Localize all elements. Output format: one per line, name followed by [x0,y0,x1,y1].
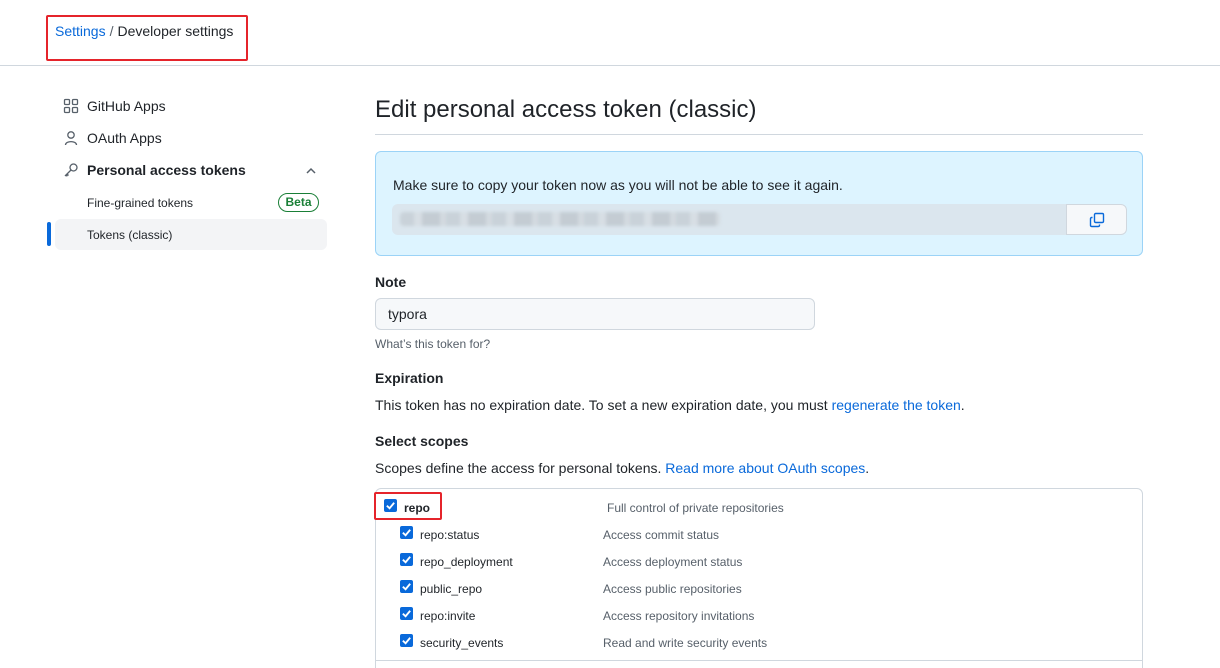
check-icon [402,610,411,618]
expiration-description: This token has no expiration date. To se… [375,397,832,413]
sidebar-active-indicator [47,222,51,246]
scope-name-repo-deployment[interactable]: repo_deployment [420,555,513,569]
scope-desc-repo-deployment: Access deployment status [603,555,743,569]
scope-checkbox-public-repo[interactable] [400,580,413,593]
beta-badge: Beta [278,193,319,212]
scope-checkbox-repo-deployment[interactable] [400,553,413,566]
apps-icon [63,98,79,114]
page-title: Edit personal access token (classic) [375,96,757,123]
check-icon [402,583,411,591]
sidebar-item-label: OAuth Apps [87,130,162,146]
scope-checkbox-repo-invite[interactable] [400,607,413,620]
scope-name-public-repo[interactable]: public_repo [420,582,482,596]
scope-desc-security-events: Read and write security events [603,636,768,650]
scopes-label: Select scopes [375,433,469,449]
scope-name-security-events[interactable]: security_events [420,636,503,650]
scope-desc-repo-invite: Access repository invitations [603,609,755,623]
token-value-field[interactable] [392,204,1127,235]
sidebar-item-github-apps[interactable]: GitHub Apps [63,98,166,114]
scopes-text: Scopes define the access for personal to… [375,460,869,476]
scope-checkbox-repo-status[interactable] [400,526,413,539]
scope-desc-repo: Full control of private repositories [607,501,784,515]
scope-name-repo-invite[interactable]: repo:invite [420,609,475,623]
note-hint: What’s this token for? [375,337,491,351]
scopes-end: . [865,460,870,476]
sidebar-item-personal-access-tokens[interactable]: Personal access tokens [63,162,246,178]
expiration-label: Expiration [375,370,444,386]
scope-desc-public-repo: Access public repositories [603,582,742,596]
scope-desc-repo-status: Access commit status [603,528,720,542]
note-input[interactable] [375,298,815,330]
sidebar-item-label: GitHub Apps [87,98,166,114]
sidebar-item-oauth-apps[interactable]: OAuth Apps [63,130,162,146]
repo-highlight-box [374,492,442,520]
check-icon [402,556,411,564]
copy-icon [1089,212,1104,227]
title-divider [375,134,1143,135]
sidebar-item-fine-grained-tokens[interactable]: Fine-grained tokens [87,196,193,210]
copy-token-button[interactable] [1066,204,1127,235]
flash-text: Make sure to copy your token now as you … [393,177,843,193]
regenerate-token-link[interactable]: regenerate the token [832,397,961,413]
scopes-divider [375,660,1143,661]
check-icon [402,637,411,645]
person-icon [64,131,78,146]
oauth-scopes-link[interactable]: Read more about OAuth scopes [665,460,865,476]
scope-name-repo-status[interactable]: repo:status [420,528,479,542]
expiration-end: . [960,397,965,413]
note-label: Note [375,274,407,290]
breadcrumb-highlight-box [46,15,248,61]
expiration-text: This token has no expiration date. To se… [375,397,965,413]
sidebar-item-tokens-classic[interactable]: Tokens (classic) [87,228,172,242]
check-icon [402,529,411,537]
token-redacted [400,212,720,226]
token-flash-message: Make sure to copy your token now as you … [375,151,1143,256]
key-icon [64,163,78,177]
chevron-up-icon[interactable] [304,164,318,178]
sidebar-item-label: Personal access tokens [87,162,246,178]
scope-checkbox-security-events[interactable] [400,634,413,647]
scopes-description: Scopes define the access for personal to… [375,460,666,476]
